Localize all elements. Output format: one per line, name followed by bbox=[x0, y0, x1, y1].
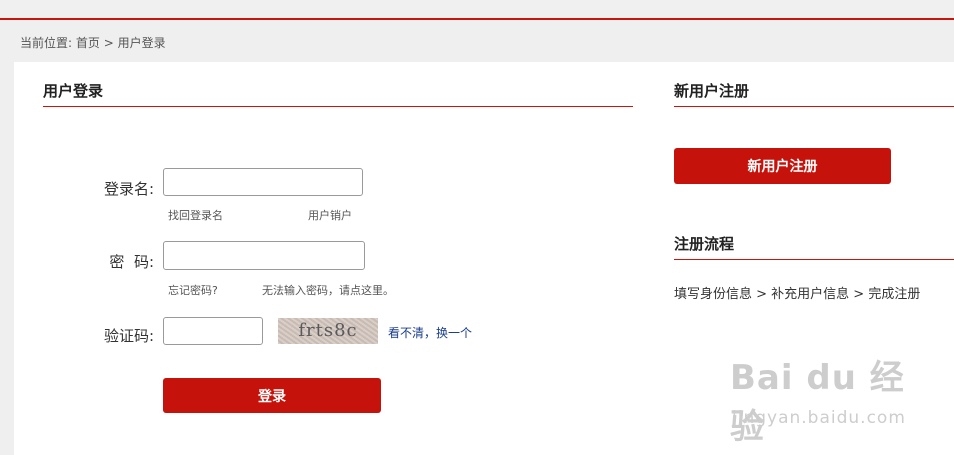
new-user-register-button[interactable]: 新用户注册 bbox=[674, 148, 891, 184]
register-title-divider bbox=[674, 106, 954, 107]
breadcrumb-current: 用户登录 bbox=[117, 36, 166, 50]
breadcrumb-home-link[interactable]: 首页 bbox=[76, 36, 100, 50]
find-username-link[interactable]: 找回登录名 bbox=[168, 207, 223, 223]
username-input[interactable] bbox=[163, 168, 363, 196]
register-flow-steps: 填写身份信息 > 补充用户信息 > 完成注册 bbox=[674, 287, 921, 302]
username-label: 登录名: bbox=[103, 180, 154, 198]
forgot-password-link[interactable]: 忘记密码? bbox=[168, 282, 218, 298]
cancel-account-link[interactable]: 用户销户 bbox=[308, 207, 352, 223]
captcha-image[interactable]: frts8c bbox=[278, 318, 378, 344]
password-label: 密 码: bbox=[109, 253, 154, 271]
breadcrumb: 当前位置: 首页 > 用户登录 bbox=[20, 34, 166, 51]
login-title: 用户登录 bbox=[43, 82, 104, 100]
header-divider bbox=[0, 18, 954, 20]
register-flow-divider bbox=[674, 259, 954, 260]
register-title: 新用户注册 bbox=[674, 82, 750, 100]
captcha-label: 验证码: bbox=[103, 327, 154, 345]
breadcrumb-separator: > bbox=[103, 36, 114, 50]
login-title-divider bbox=[43, 106, 633, 107]
login-button[interactable]: 登录 bbox=[163, 378, 381, 413]
cannot-input-password-link[interactable]: 无法输入密码，请点这里。 bbox=[262, 282, 394, 298]
top-bar bbox=[0, 0, 954, 18]
password-input[interactable] bbox=[163, 241, 365, 270]
breadcrumb-prefix: 当前位置: bbox=[20, 36, 73, 50]
refresh-captcha-link[interactable]: 看不清，换一个 bbox=[388, 324, 472, 341]
register-flow-title: 注册流程 bbox=[674, 235, 735, 253]
captcha-input[interactable] bbox=[163, 317, 263, 345]
